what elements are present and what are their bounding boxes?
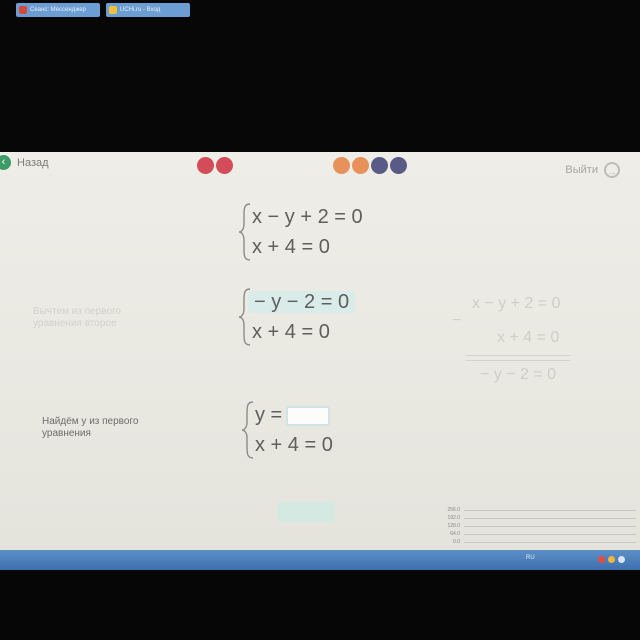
tray-icon[interactable] bbox=[608, 556, 615, 563]
equation-line: x + 4 = 0 bbox=[252, 236, 330, 258]
app-icon bbox=[109, 6, 117, 14]
answer-input[interactable] bbox=[286, 405, 331, 426]
brace-icon bbox=[238, 287, 252, 347]
graph-gridline bbox=[464, 509, 636, 511]
language-indicator[interactable]: RU bbox=[526, 555, 535, 561]
progress-dot bbox=[352, 157, 369, 174]
monitor-bezel-bottom bbox=[0, 570, 640, 640]
subtraction-row: x + 4 = 0 bbox=[497, 329, 560, 346]
overlay-graph: 256.0 192.0 128.0 64.0 0.0 bbox=[440, 507, 640, 550]
graph-label: 192.0 bbox=[447, 515, 460, 521]
task-label: Сеанс: Мессенджер bbox=[30, 7, 86, 13]
highlighted-equation: − y − 2 = 0 bbox=[248, 291, 356, 313]
hint-line: Вычтем из первого bbox=[33, 306, 121, 317]
subtraction-rule bbox=[466, 355, 570, 356]
minus-sign: − bbox=[452, 312, 462, 329]
progress-dot bbox=[333, 157, 350, 174]
exit-label: Выйти bbox=[565, 164, 598, 176]
progress-dot bbox=[390, 157, 407, 174]
exit-button[interactable]: Выйти → bbox=[565, 162, 620, 178]
exit-icon: → bbox=[604, 162, 620, 178]
graph-gridline bbox=[464, 533, 636, 535]
graph-label: 0.0 bbox=[453, 539, 460, 545]
graph-gridline bbox=[464, 517, 636, 519]
graph-row: 256.0 bbox=[440, 507, 636, 513]
equation-system-original: x − y + 2 = 0 x + 4 = 0 bbox=[238, 202, 363, 262]
graph-label: 64.0 bbox=[450, 531, 460, 537]
taskbar bbox=[0, 550, 640, 570]
brace-icon bbox=[238, 202, 252, 262]
hint-line: уравнения второе bbox=[33, 318, 117, 329]
taskbar-item-messenger[interactable]: Сеанс: Мессенджер bbox=[16, 3, 100, 17]
graph-row: 192.0 bbox=[440, 515, 636, 521]
progress-dot bbox=[371, 157, 388, 174]
equation-prefix: y = bbox=[255, 404, 283, 426]
subtraction-row: x − y + 2 = 0 bbox=[472, 295, 561, 312]
step-hint-subtract: Вычтем из первого уравнения второе bbox=[33, 306, 121, 330]
progress-dot bbox=[197, 157, 214, 174]
graph-row: 0.0 bbox=[440, 539, 636, 545]
progress-dot bbox=[216, 157, 233, 174]
step-hint-find-y: Найдём y из первого уравнения bbox=[42, 416, 138, 440]
equation-system-step2: y = x + 4 = 0 bbox=[241, 400, 333, 460]
lesson-screen: ‹ Назад Выйти → x − y + 2 = 0 x + 4 = 0 … bbox=[0, 152, 640, 550]
equation-line: x + 4 = 0 bbox=[252, 321, 330, 343]
equation-system-step1: − y − 2 = 0 x + 4 = 0 bbox=[238, 287, 356, 347]
graph-label: 128.0 bbox=[447, 523, 460, 529]
hint-line: Найдём y из первого bbox=[42, 416, 139, 427]
graph-label: 256.0 bbox=[447, 507, 460, 513]
task-label: UCHi.ru - Вход bbox=[120, 7, 161, 13]
graph-row: 64.0 bbox=[440, 531, 636, 537]
graph-gridline bbox=[464, 525, 636, 527]
tray-icon[interactable] bbox=[618, 556, 625, 563]
progress-dots-completed bbox=[197, 157, 233, 174]
progress-dots-remaining bbox=[333, 157, 407, 174]
equation-line: x + 4 = 0 bbox=[255, 434, 333, 456]
subtraction-result: − y − 2 = 0 bbox=[480, 366, 557, 383]
graph-gridline bbox=[464, 541, 636, 543]
hint-line: уравнения bbox=[42, 428, 91, 439]
chevron-left-icon: ‹ bbox=[0, 155, 11, 170]
graph-row: 128.0 bbox=[440, 523, 636, 529]
check-button[interactable] bbox=[277, 502, 335, 522]
back-button[interactable]: ‹ Назад bbox=[0, 155, 49, 170]
monitor-bezel-top bbox=[0, 0, 640, 152]
back-label: Назад bbox=[17, 156, 49, 169]
brace-icon bbox=[241, 400, 255, 460]
tray-icon[interactable] bbox=[598, 556, 605, 563]
app-icon bbox=[19, 6, 27, 14]
equation-line: x − y + 2 = 0 bbox=[252, 206, 363, 228]
subtraction-rule bbox=[466, 360, 570, 361]
taskbar-item-browser[interactable]: UCHi.ru - Вход bbox=[106, 3, 190, 17]
